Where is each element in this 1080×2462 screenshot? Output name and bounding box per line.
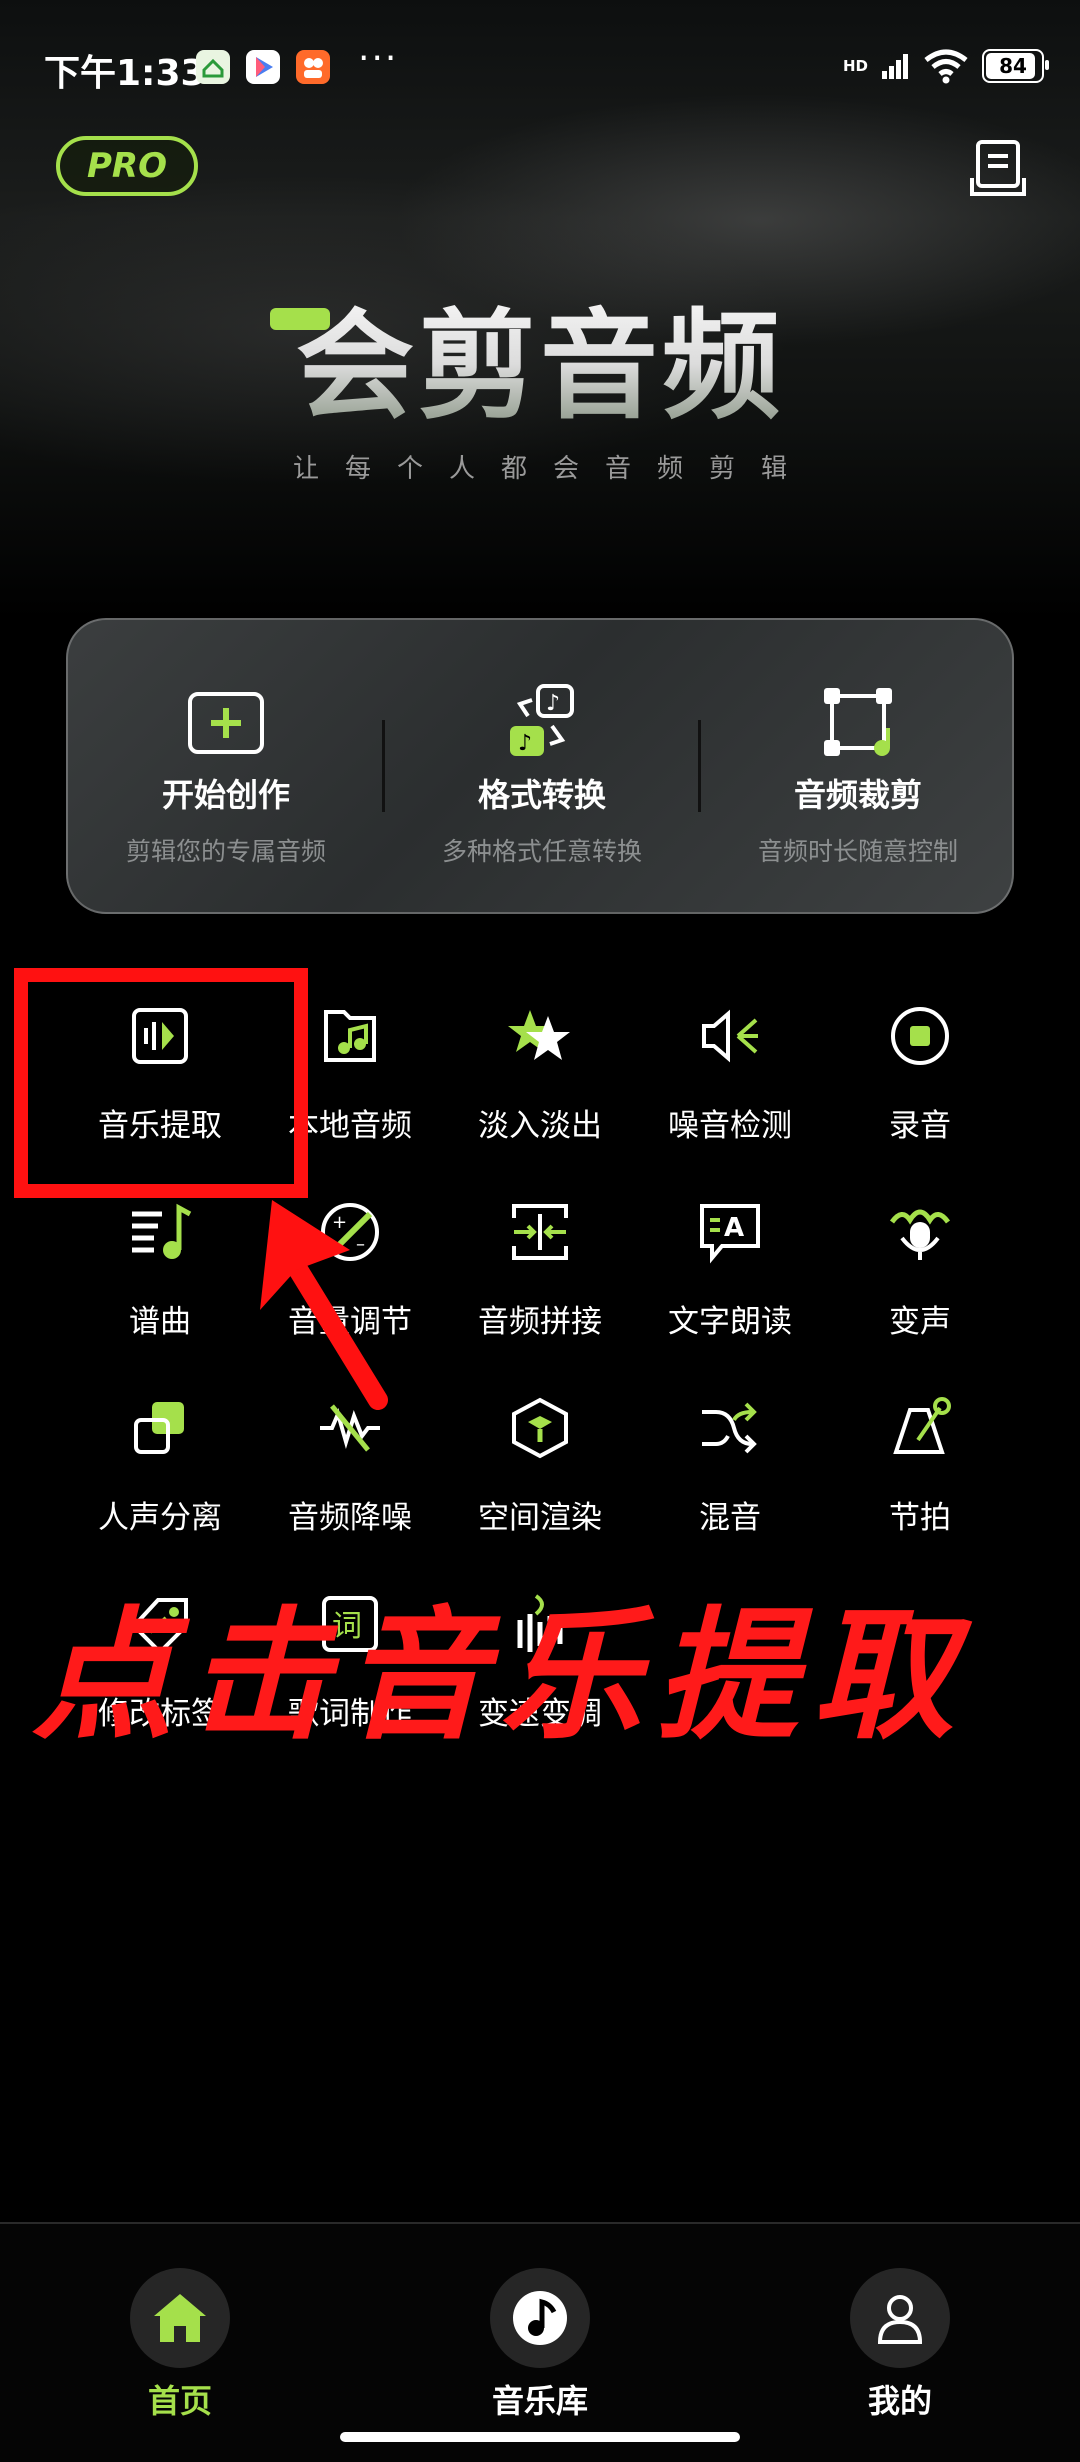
nav-music-library[interactable]: 音乐库: [430, 2244, 650, 2420]
more-notifications-icon: ···: [358, 38, 399, 79]
start-create-button[interactable]: 开始创作 剪辑您的专属音频: [68, 620, 384, 916]
tool-voice-changer[interactable]: 变声: [825, 1200, 1015, 1370]
card-title: 开始创作: [161, 776, 290, 814]
star-fade-icon: [508, 1010, 570, 1060]
format-convert-button[interactable]: ♪ ♪ 格式转换 多种格式任意转换: [384, 620, 700, 916]
tool-label: 录音: [889, 1108, 951, 1144]
spatial-cube-icon: [512, 1397, 568, 1459]
crop-icon: [824, 688, 892, 756]
wifi-icon: [924, 49, 968, 84]
feature-card: 开始创作 剪辑您的专属音频 ♪ ♪ 格式转换 多种格式任意转换 音频裁剪 音频时…: [66, 618, 1014, 914]
tool-label: 空间渲染: [478, 1500, 602, 1536]
tool-label: 变声: [889, 1304, 951, 1340]
app-subtitle: 让每个人都会音频剪辑: [292, 454, 813, 484]
tool-compose[interactable]: 谱曲: [65, 1200, 255, 1370]
home-app-icon: [196, 50, 230, 84]
tool-beat[interactable]: 节拍: [825, 1396, 1015, 1566]
svg-text:♪: ♪: [518, 731, 532, 756]
nav-home-circle: [130, 2268, 230, 2368]
home-icon: [154, 2294, 206, 2342]
status-time: 下午1:33: [44, 53, 206, 94]
tool-audio-join[interactable]: 音频拼接: [445, 1200, 635, 1370]
add-square-icon: [188, 692, 264, 754]
audio-crop-button[interactable]: 音频裁剪 音频时长随意控制: [700, 620, 1016, 916]
tool-mix[interactable]: 混音: [635, 1396, 825, 1566]
tool-label: 人声分离: [98, 1500, 222, 1536]
signal-icon: [882, 54, 908, 79]
tool-denoise[interactable]: 音频降噪: [255, 1396, 445, 1566]
nav-label: 我的: [867, 2382, 932, 2420]
play-app-icon: [246, 50, 280, 84]
status-bar: 下午1:33 ··· HD 84: [0, 38, 1080, 100]
compose-icon: [132, 1203, 192, 1259]
annotation-arrow-icon: [260, 1200, 388, 1410]
bottom-nav: 首页 音乐库 我的: [0, 2222, 1080, 2462]
battery-indicator: 84: [982, 49, 1049, 83]
text-to-speech-icon: A: [700, 1204, 760, 1264]
svg-text:A: A: [724, 1213, 744, 1243]
app-title: 会剪音频: [0, 270, 1080, 441]
tool-label: 谱曲: [129, 1304, 191, 1340]
tool-spatial-render[interactable]: 空间渲染: [445, 1396, 635, 1566]
hd-indicator: HD: [842, 57, 868, 75]
pro-badge[interactable]: PRO: [56, 136, 198, 196]
tool-vocal-separate[interactable]: 人声分离: [65, 1396, 255, 1566]
battery-level: 84: [999, 54, 1027, 78]
card-desc: 多种格式任意转换: [441, 837, 642, 866]
nav-profile[interactable]: 我的: [790, 2244, 1010, 2420]
vocal-separate-icon: [134, 1402, 184, 1454]
tool-text-to-speech[interactable]: A 文字朗读: [635, 1200, 825, 1370]
tool-label: 混音: [699, 1500, 761, 1536]
tool-label: 音频拼接: [478, 1304, 602, 1340]
card-desc: 音频时长随意控制: [757, 837, 958, 866]
tool-record[interactable]: 录音: [825, 1004, 1015, 1174]
tool-label: 淡入淡出: [478, 1108, 602, 1144]
music-note-icon: [513, 2291, 567, 2345]
video-app-icon: [296, 50, 330, 84]
nav-label: 首页: [147, 2382, 212, 2420]
card-title: 音频裁剪: [793, 776, 922, 814]
drafts-icon[interactable]: [968, 138, 1028, 198]
nav-profile-circle: [850, 2268, 950, 2368]
svg-text:♪: ♪: [546, 691, 560, 716]
tool-label: 节拍: [889, 1500, 951, 1536]
metronome-icon: [893, 1397, 951, 1454]
annotation-text: 点击音乐提取: [32, 1594, 968, 1759]
card-title: 格式转换: [477, 776, 606, 814]
audio-join-icon: [512, 1204, 568, 1260]
tool-noise-detect[interactable]: 噪音检测: [635, 1004, 825, 1174]
noise-detect-icon: [702, 1009, 758, 1063]
nav-label: 音乐库: [491, 2382, 588, 2420]
annotation-highlight-box: [14, 968, 308, 1198]
tool-label: 音频降噪: [288, 1500, 412, 1536]
profile-icon: [877, 2295, 923, 2344]
home-indicator[interactable]: [340, 2432, 740, 2442]
tool-label: 文字朗读: [668, 1304, 792, 1340]
card-desc: 剪辑您的专属音频: [125, 837, 326, 866]
local-folder-icon: [324, 1010, 376, 1062]
convert-icon: ♪ ♪: [510, 684, 574, 756]
tool-fade[interactable]: 淡入淡出: [445, 1004, 635, 1174]
voice-changer-icon: [889, 1209, 951, 1260]
nav-home[interactable]: 首页: [70, 2244, 290, 2420]
shuffle-mix-icon: [702, 1402, 757, 1454]
record-icon: [891, 1007, 949, 1065]
nav-music-circle: [490, 2268, 590, 2368]
tool-label: 噪音检测: [668, 1108, 792, 1144]
